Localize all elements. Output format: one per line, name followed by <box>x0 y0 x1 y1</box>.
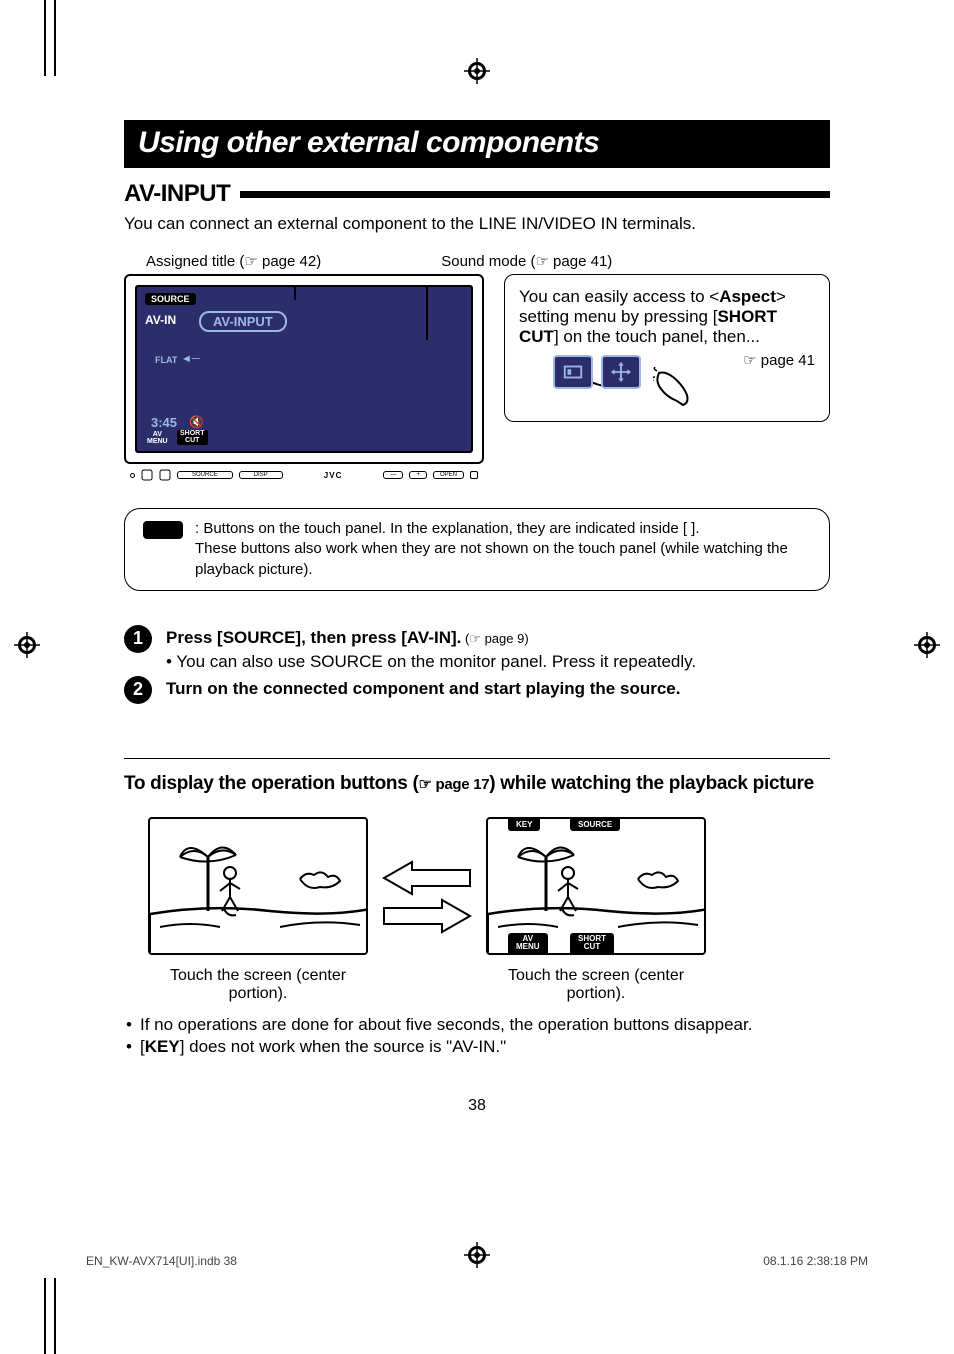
footer-timestamp: 08.1.16 2:38:18 PM <box>763 1254 868 1268</box>
subheading: To display the operation buttons (☞ page… <box>124 773 830 795</box>
device-screen: SOURCE AV-IN AV-INPUT FLAT ◄─ 3:45 🔇 AVM… <box>135 285 473 453</box>
page-number: 38 <box>124 1097 830 1115</box>
callout-line <box>294 286 296 300</box>
panel-minus-button: — <box>383 471 403 479</box>
crop-mark <box>44 1278 46 1354</box>
beach-scene-icon <box>150 819 368 955</box>
panel-open-button: OPEN <box>433 471 464 479</box>
step-1-sub: • You can also use SOURCE on the monitor… <box>166 652 830 672</box>
overlay-avmenu-button: AVMENU <box>508 933 548 953</box>
avin-label: AV-IN <box>145 313 176 327</box>
panel-disp-button: DISP <box>239 471 283 479</box>
overlay-key-button: KEY <box>508 819 540 831</box>
divider <box>124 758 830 760</box>
registration-mark-icon <box>464 58 490 84</box>
footer-filename: EN_KW-AVX714[UI].indb 38 <box>86 1254 237 1268</box>
bullet-2: [KEY] does not work when the source is "… <box>124 1037 830 1057</box>
touch-finger-icon <box>653 367 695 409</box>
registration-mark-icon <box>14 632 40 658</box>
mute-icon: 🔇 <box>189 415 204 429</box>
playback-screen-after: KEY SOURCE AVMENU SHORTCUT <box>486 817 706 955</box>
note-tag-icon <box>143 521 183 539</box>
aspect-screen-icon <box>553 355 593 389</box>
illustration-caption-2: Touch the screen (center portion). <box>486 967 706 1003</box>
section-heading: AV-INPUT <box>124 180 240 208</box>
bullet-1: If no operations are done for about five… <box>124 1015 830 1035</box>
avinput-title-box: AV-INPUT <box>199 311 287 332</box>
page-reference: ☞ page 41 <box>743 351 815 369</box>
illustration-caption-1: Touch the screen (center portion). <box>148 967 368 1003</box>
home-icon <box>141 469 153 481</box>
callout-line <box>426 286 428 340</box>
overlay-shortcut-button: SHORTCUT <box>570 933 614 953</box>
step-2-text: Turn on the connected component and star… <box>166 676 830 699</box>
aspect-shortcut-note: You can easily access to <Aspect> settin… <box>504 274 830 422</box>
clock-label: 3:45 <box>151 415 177 430</box>
crop-mark <box>54 1278 56 1354</box>
power-led-icon <box>130 473 135 478</box>
page-title: Using other external components <box>124 120 830 168</box>
note-line-1: : Buttons on the touch panel. In the exp… <box>195 519 811 539</box>
panel-slot-icon <box>470 471 478 479</box>
callout-assigned-title: Assigned title (☞ page 42) <box>146 252 321 270</box>
brand-label: JVC <box>324 471 343 480</box>
shortcut-button: SHORTCUT <box>177 430 208 445</box>
touch-panel-note: : Buttons on the touch panel. In the exp… <box>124 508 830 591</box>
home-icon <box>159 469 171 481</box>
arrow-left-icon: ◄─ <box>181 353 200 365</box>
monitor-panel: SOURCE DISP JVC — + OPEN <box>124 466 484 484</box>
bidirectional-arrow-icon <box>382 860 472 934</box>
panel-plus-button: + <box>409 471 427 479</box>
note-line-2: These buttons also work when they are no… <box>195 539 811 580</box>
step-number-2: 2 <box>124 676 152 704</box>
divider <box>240 191 830 198</box>
crop-mark <box>54 0 56 76</box>
crop-mark <box>44 0 46 76</box>
overlay-source-button: SOURCE <box>570 819 620 831</box>
registration-mark-icon <box>914 632 940 658</box>
step-number-1: 1 <box>124 625 152 653</box>
callout-sound-mode: Sound mode (☞ page 41) <box>441 252 612 270</box>
source-button: SOURCE <box>145 293 196 305</box>
step-1-text: Press [SOURCE], then press [AV-IN]. (☞ p… <box>166 625 830 672</box>
intro-text: You can connect an external component to… <box>124 214 830 234</box>
device-illustration: SOURCE AV-IN AV-INPUT FLAT ◄─ 3:45 🔇 AVM… <box>124 274 484 484</box>
avmenu-button: AVMENU <box>147 432 168 445</box>
aspect-expand-icon <box>601 355 641 389</box>
flat-label: FLAT <box>155 355 177 365</box>
playback-screen-before <box>148 817 368 955</box>
panel-source-button: SOURCE <box>177 471 233 479</box>
